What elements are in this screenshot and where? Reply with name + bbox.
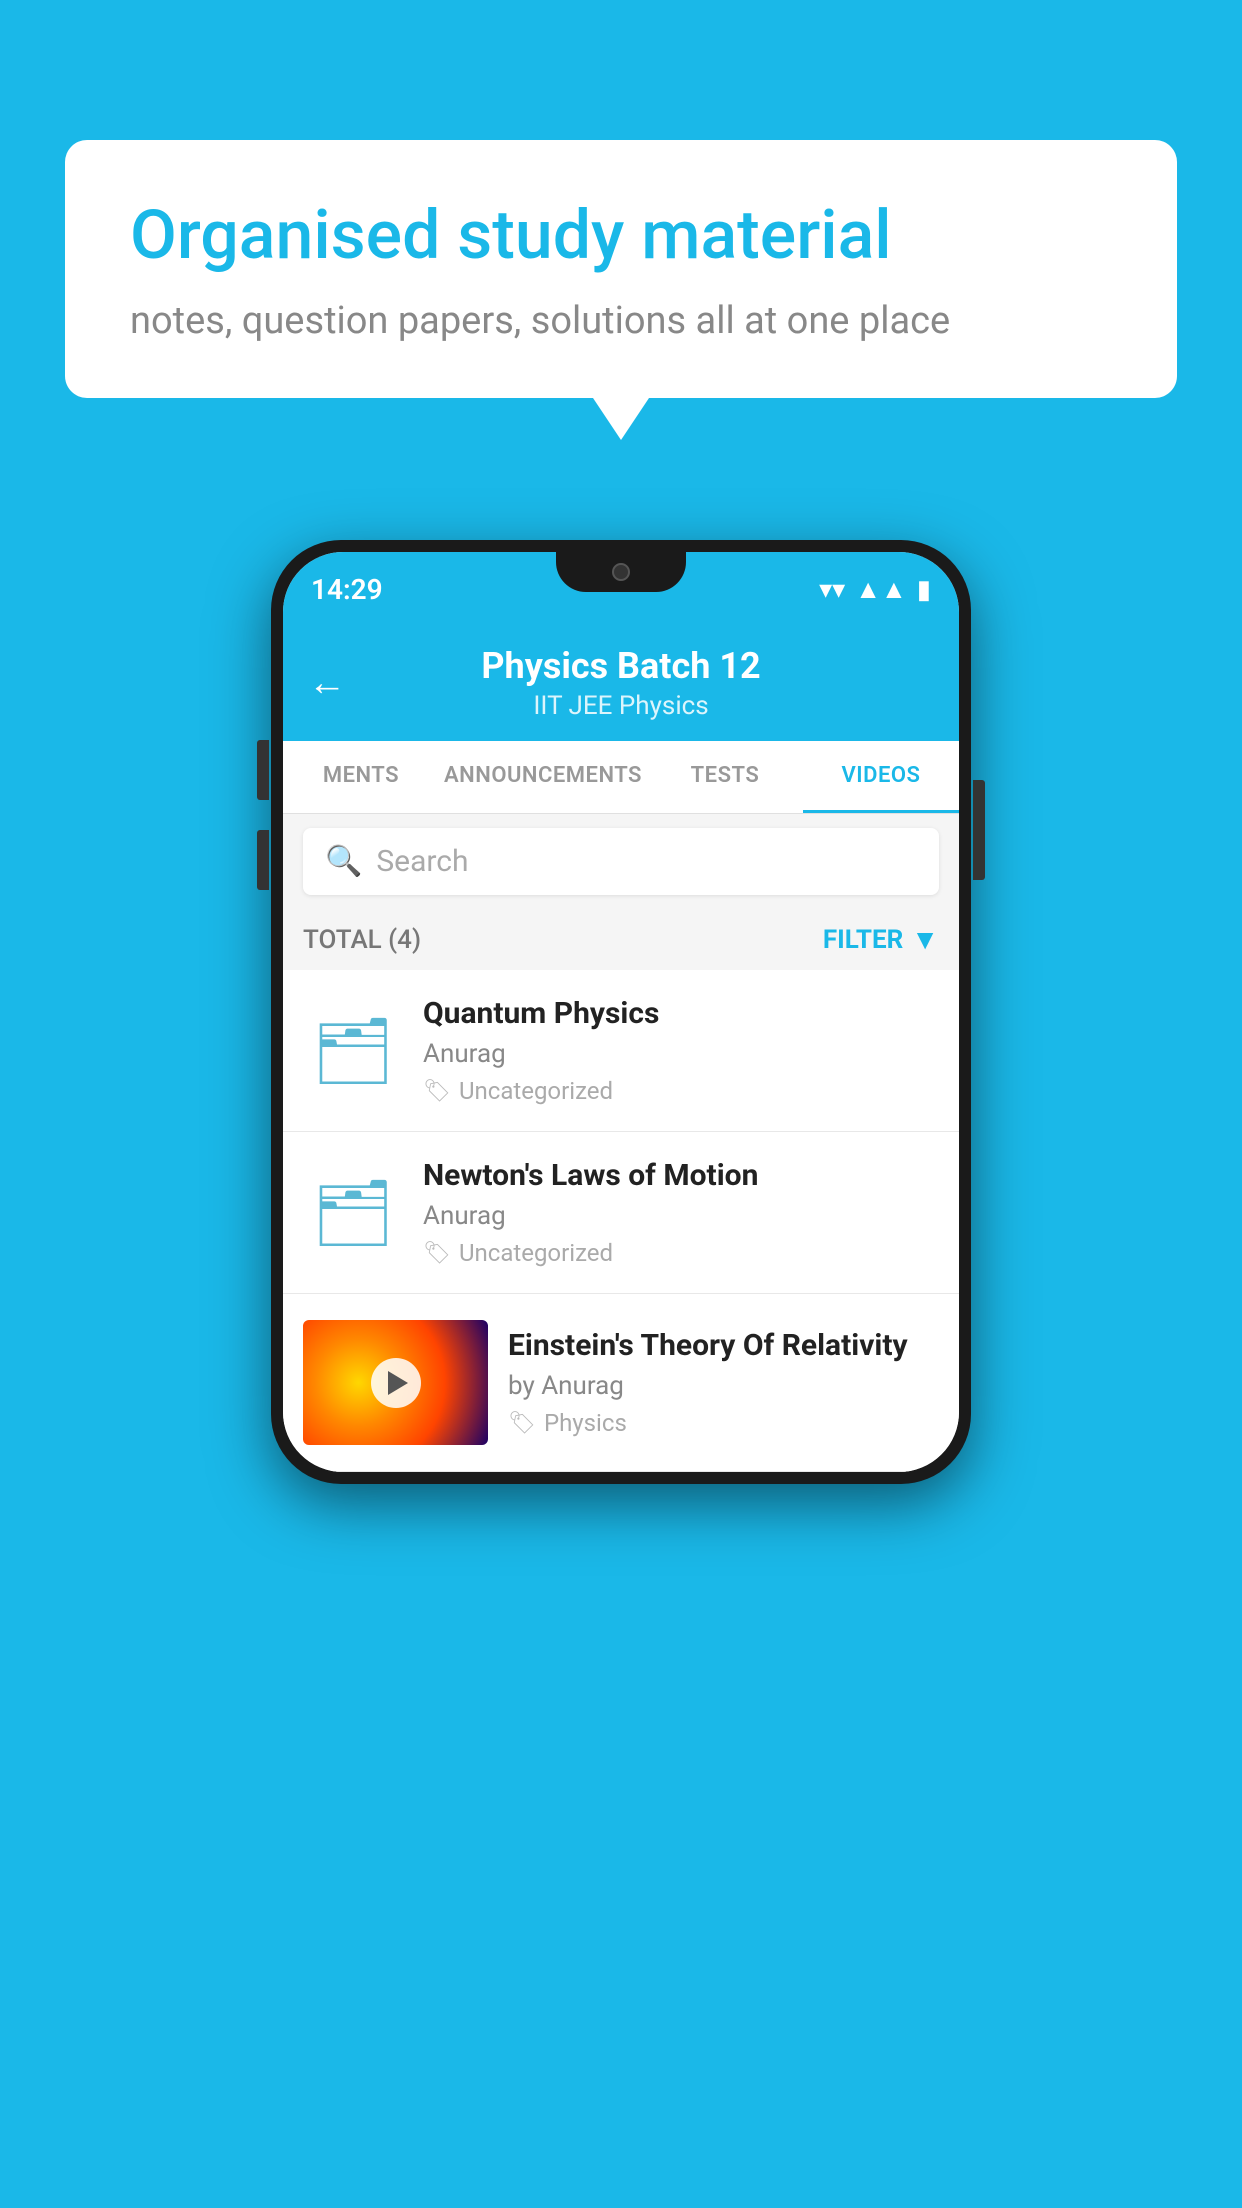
phone-screen: 14:29 ▾▾ ▲▲ ▮ ← Physics Batch 12 IIT JEE… [283,552,959,1472]
signal-icon: ▲▲ [855,574,906,605]
tag-label: Physics [544,1409,627,1437]
tag-icon: 🏷 [508,1411,536,1436]
status-time: 14:29 [311,573,383,606]
list-item[interactable]: 🗂 Newton's Laws of Motion Anurag 🏷 Uncat… [283,1132,959,1294]
filter-icon: ▼ [911,923,939,956]
total-count-label: TOTAL (4) [303,925,421,955]
video-author: Anurag [423,1039,939,1069]
speech-bubble-title: Organised study material [130,195,1112,277]
search-bar[interactable]: 🔍 Search [303,828,939,895]
list-item[interactable]: Einstein's Theory Of Relativity by Anura… [283,1294,959,1472]
filter-label: FILTER [823,925,903,955]
tag-label: Uncategorized [459,1077,613,1105]
screen-title: Physics Batch 12 [481,645,760,687]
phone-notch [556,552,686,592]
video-title: Newton's Laws of Motion [423,1158,939,1193]
phone-outer: 14:29 ▾▾ ▲▲ ▮ ← Physics Batch 12 IIT JEE… [271,540,971,1484]
phone: 14:29 ▾▾ ▲▲ ▮ ← Physics Batch 12 IIT JEE… [271,540,971,1484]
list-item[interactable]: 🗂 Quantum Physics Anurag 🏷 Uncategorized [283,970,959,1132]
search-container: 🔍 Search [283,814,959,909]
search-icon: 🔍 [325,844,362,879]
app-bar: ← Physics Batch 12 IIT JEE Physics [283,627,959,741]
screen-subtitle: IIT JEE Physics [481,691,760,721]
folder-icon-wrap: 🗂 [303,1173,403,1253]
tab-tests[interactable]: TESTS [647,741,803,813]
power-button[interactable] [973,780,985,880]
video-author: Anurag [423,1201,939,1231]
folder-icon-wrap: 🗂 [303,1011,403,1091]
speech-bubble-container: Organised study material notes, question… [65,140,1177,398]
tag-label: Uncategorized [459,1239,613,1267]
volume-down-button[interactable] [257,830,269,890]
camera [612,563,630,581]
video-author: by Anurag [508,1371,939,1401]
folder-icon: 🗂 [312,1013,395,1089]
tag-icon: 🏷 [423,1079,451,1104]
volume-up-button[interactable] [257,740,269,800]
video-thumbnail [303,1320,488,1445]
folder-icon: 🗂 [312,1175,395,1251]
video-list: 🗂 Quantum Physics Anurag 🏷 Uncategorized [283,970,959,1472]
tab-ments[interactable]: MENTS [283,741,439,813]
status-bar: 14:29 ▾▾ ▲▲ ▮ [283,552,959,627]
speech-bubble: Organised study material notes, question… [65,140,1177,398]
battery-icon: ▮ [917,575,931,605]
speech-bubble-subtitle: notes, question papers, solutions all at… [130,299,1112,343]
play-icon [388,1371,408,1395]
video-info: Quantum Physics Anurag 🏷 Uncategorized [423,996,939,1105]
filter-button[interactable]: FILTER ▼ [823,923,939,956]
back-button[interactable]: ← [308,661,346,705]
app-bar-title-group: Physics Batch 12 IIT JEE Physics [481,645,760,721]
tabs-bar: MENTS ANNOUNCEMENTS TESTS VIDEOS [283,741,959,814]
video-info: Einstein's Theory Of Relativity by Anura… [508,1328,939,1437]
tag-icon: 🏷 [423,1241,451,1266]
video-title: Einstein's Theory Of Relativity [508,1328,939,1363]
video-title: Quantum Physics [423,996,939,1031]
video-tag: 🏷 Physics [508,1409,939,1437]
wifi-icon: ▾▾ [819,575,845,605]
video-tag: 🏷 Uncategorized [423,1239,939,1267]
video-tag: 🏷 Uncategorized [423,1077,939,1105]
tab-videos[interactable]: VIDEOS [803,741,959,813]
play-button[interactable] [371,1358,421,1408]
status-icons: ▾▾ ▲▲ ▮ [819,574,931,605]
tab-announcements[interactable]: ANNOUNCEMENTS [439,741,647,813]
search-input[interactable]: Search [376,844,468,879]
video-info: Newton's Laws of Motion Anurag 🏷 Uncateg… [423,1158,939,1267]
filter-bar: TOTAL (4) FILTER ▼ [283,909,959,970]
